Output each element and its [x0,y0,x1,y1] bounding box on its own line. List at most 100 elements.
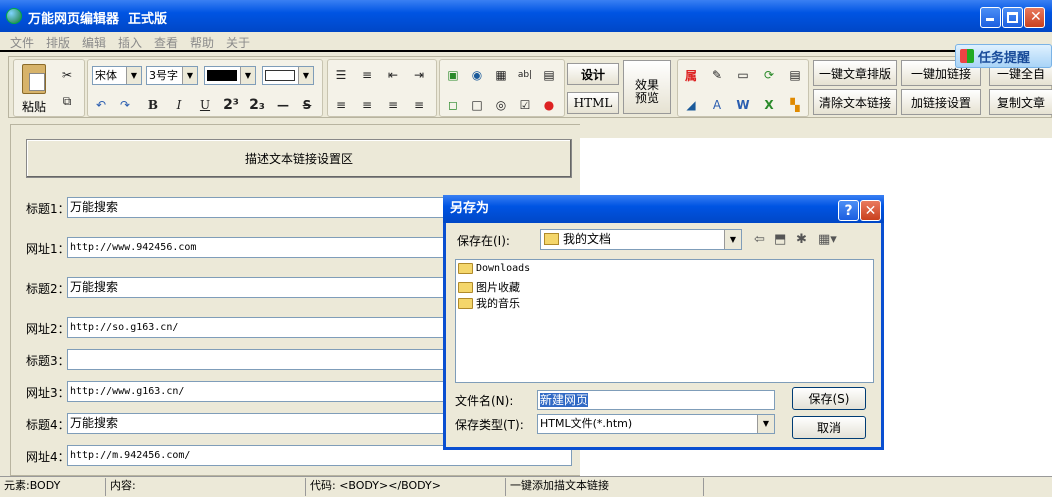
close-button[interactable]: ✕ [1024,7,1045,28]
folder-icon [458,263,473,274]
grid-icon[interactable]: ▚ [784,94,806,116]
save-in-label: 保存在(I): [457,234,510,248]
align-center-icon[interactable]: ≡ [356,94,378,116]
underline-icon[interactable]: U [194,94,216,116]
save-in-select[interactable]: 我的文档 ▼ [540,229,742,250]
menu-insert[interactable]: 插入 [118,34,142,51]
font-size-select[interactable]: 3号字 ▼ [146,66,198,85]
copy-icon[interactable]: ⧉ [56,90,78,112]
font-icon[interactable]: A [706,94,728,116]
list-item[interactable]: 图片收藏 [458,279,520,295]
align-right-icon[interactable]: ≡ [382,94,404,116]
clear-links-button[interactable]: 清除文本链接 [813,89,897,115]
italic-icon[interactable]: I [168,94,190,116]
help-button[interactable]: ? [838,200,859,221]
filename-input[interactable]: 新建网页 [537,390,775,410]
menu-help[interactable]: 帮助 [190,34,214,51]
font-name-select[interactable]: 宋体 ▼ [92,66,142,85]
subscript-icon[interactable]: 2₃ [246,94,268,116]
link-settings-button[interactable]: 加链接设置 [901,89,981,115]
task-reminder-label: 任务提醒 [978,50,1031,66]
filetype-value: HTML文件(*.htm) [540,417,633,430]
save-in-value: 我的文档 [563,232,612,246]
align-justify-icon[interactable]: ≡ [408,94,430,116]
save-button[interactable]: 保存(S) [792,387,866,410]
refresh-icon[interactable]: ⟳ [758,64,780,86]
font-name-value: 宋体 [95,69,117,82]
paste-icon[interactable] [22,64,46,94]
outdent-icon[interactable]: ⇤ [382,64,404,86]
task-reminder-button[interactable]: 任务提醒 [955,44,1052,68]
image-icon[interactable]: ▣ [442,64,464,86]
link-settings-header: 描述文本链接设置区 [26,139,572,178]
menu-bar: 文件 排版 编辑 插入 查看 帮助 关于 [0,32,1052,52]
clipboard-group: 粘贴 ✂ ⧉ [13,59,85,117]
card-icon[interactable]: ▭ [732,64,754,86]
list-item[interactable]: Downloads [458,263,530,274]
view-menu-icon[interactable]: ▦▾ [818,232,837,247]
ordered-list-icon[interactable]: ☰ [330,64,352,86]
bold-icon[interactable]: B [142,94,164,116]
preview-button[interactable]: 效果 预览 [623,60,671,114]
bg-color-select[interactable]: ▼ [262,66,314,85]
form-icon[interactable]: ▤ [538,64,560,86]
back-icon[interactable]: ⇦ [754,232,765,247]
folder-icon [458,297,473,309]
menu-layout[interactable]: 排版 [46,34,70,51]
flash-icon[interactable]: ● [538,94,560,116]
unordered-list-icon[interactable]: ≡ [356,64,378,86]
indent-icon[interactable]: ⇥ [408,64,430,86]
menu-file[interactable]: 文件 [10,34,34,51]
checkbox-icon[interactable]: ☑ [514,94,536,116]
new-folder-icon[interactable]: ✱ [796,232,807,247]
copy-article-button[interactable]: 复制文章 [989,89,1052,115]
align-icon[interactable]: ◢ [680,94,702,116]
dialog-close-button[interactable]: ✕ [860,200,881,221]
font-size-value: 3号字 [149,69,178,82]
font-color-select[interactable]: ▼ [204,66,256,85]
chevron-down-icon: ▼ [240,67,255,84]
filetype-select[interactable]: HTML文件(*.htm) ▼ [537,414,775,434]
rectangle-icon[interactable]: □ [466,94,488,116]
status-element: 元素:BODY [2,478,106,496]
filename-value: 新建网页 [540,393,589,407]
superscript-icon[interactable]: 2³ [220,94,242,116]
textfield-icon[interactable]: ab| [514,64,536,86]
status-bar: 元素:BODY 内容: 代码: <BODY></BODY> 一键添加描文本链接 [0,476,1052,497]
eyedropper-icon[interactable]: ✎ [706,64,728,86]
cancel-button[interactable]: 取消 [792,416,866,439]
table-icon[interactable]: ▦ [490,64,512,86]
list-item[interactable]: 我的音乐 [458,295,520,311]
paste-label[interactable]: 粘贴 [22,98,46,115]
html-button[interactable]: HTML [567,92,619,114]
menu-edit[interactable]: 编辑 [82,34,106,51]
up-folder-icon[interactable]: ⬒ [774,232,786,247]
excel-icon[interactable]: X [758,94,780,116]
one-click-format-button[interactable]: 一键文章排版 [813,60,897,86]
window-icon[interactable]: ▤ [784,64,806,86]
file-name: 我的音乐 [476,297,520,310]
word-icon[interactable]: W [732,94,754,116]
menu-view[interactable]: 查看 [154,34,178,51]
frame-icon[interactable]: ◻ [442,94,464,116]
chevron-down-icon: ▼ [757,415,774,433]
horizontal-rule-icon[interactable]: — [272,94,294,116]
maximize-icon [1007,12,1018,23]
tools-group: 属 ✎ ▭ ⟳ ▤ ◢ A W X ▚ [677,59,809,117]
redo-icon[interactable]: ↷ [114,94,136,116]
web-icon[interactable]: ◉ [466,64,488,86]
align-left-icon[interactable]: ≡ [330,94,352,116]
maximize-button[interactable] [1002,7,1023,28]
file-list[interactable]: Downloads 图片收藏 我的音乐 [455,259,874,383]
radio-icon[interactable]: ◎ [490,94,512,116]
cut-icon[interactable]: ✂ [56,64,78,86]
design-button[interactable]: 设计 [567,63,619,85]
attribute-button[interactable]: 属 [680,64,702,86]
close-icon: ✕ [864,202,877,219]
title4-label: 标题4： [26,418,70,432]
strikethrough-icon[interactable]: S [296,94,318,116]
undo-icon[interactable]: ↶ [90,94,112,116]
menu-about[interactable]: 关于 [226,34,250,51]
url3-label: 网址3： [26,386,70,400]
minimize-button[interactable] [980,7,1001,28]
